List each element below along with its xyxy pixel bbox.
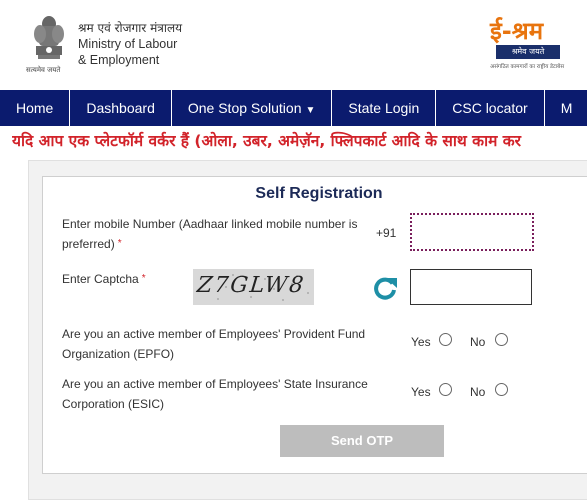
epfo-question: Are you an active member of Employees' P… [62, 327, 366, 361]
nav-item-one-stop-solution[interactable]: One Stop Solution ▼ [172, 90, 333, 126]
send-otp-button[interactable]: Send OTP [280, 425, 444, 457]
captcha-input[interactable] [410, 269, 532, 305]
required-marker: * [141, 273, 146, 284]
main-navbar: Home Dashboard One Stop Solution ▼ State … [0, 90, 587, 126]
esic-yes-radio[interactable] [439, 383, 452, 396]
captcha-label: Enter Captcha * [62, 269, 146, 289]
form-title: Self Registration [255, 185, 383, 202]
esic-no-label: No [470, 385, 486, 399]
eshram-tagline: असंगठित कामगारों का राष्ट्रीय डेटाबेस [490, 64, 565, 70]
epfo-no-label: No [470, 335, 486, 349]
nav-item-more[interactable]: M [545, 90, 587, 126]
eshram-logo: ई-श्रम [490, 17, 544, 45]
epfo-no-radio[interactable] [495, 333, 508, 346]
ministry-name-line1: Ministry of Labour [78, 37, 178, 51]
mobile-label-text: Enter mobile Number (Aadhaar linked mobi… [62, 217, 358, 251]
captcha-label-text: Enter Captcha [62, 272, 139, 286]
captcha-image: Z7GLW8 [193, 269, 314, 305]
site-header: सत्यमेव जयते श्रम एवं रोजगार मंत्रालय Mi… [0, 0, 587, 90]
ministry-name-line2: & Employment [78, 53, 160, 67]
emblem-motto: सत्यमेव जयते [26, 66, 61, 74]
announcement-ticker: यदि आप एक प्लेटफॉर्म वर्कर हैं (ओला, उबर… [12, 132, 522, 150]
eshram-badge: श्रमेव जयते [496, 45, 560, 59]
epfo-yes-label: Yes [411, 335, 431, 349]
nav-item-state-login[interactable]: State Login [332, 90, 437, 126]
nav-item-csc-locator[interactable]: CSC locator [436, 90, 545, 126]
nav-item-label: One Stop Solution [187, 100, 302, 116]
required-marker: * [117, 238, 122, 249]
captcha-text: Z7GLW8 [195, 273, 307, 298]
ministry-name: श्रम एवं रोजगार मंत्रालय Ministry of Lab… [78, 20, 182, 68]
esic-no-radio[interactable] [495, 383, 508, 396]
country-code-prefix: +91 [376, 226, 397, 240]
nav-item-home[interactable]: Home [0, 90, 71, 126]
epfo-yes-radio[interactable] [439, 333, 452, 346]
mobile-number-input[interactable] [410, 213, 534, 251]
ministry-name-hindi: श्रम एवं रोजगार मंत्रालय [78, 21, 183, 35]
caret-down-icon: ▼ [305, 105, 316, 116]
nav-item-dashboard[interactable]: Dashboard [70, 90, 172, 126]
esic-question: Are you an active member of Employees' S… [62, 377, 368, 411]
mobile-label: Enter mobile Number (Aadhaar linked mobi… [62, 214, 362, 254]
refresh-icon[interactable] [372, 275, 398, 301]
esic-yes-label: Yes [411, 385, 431, 399]
